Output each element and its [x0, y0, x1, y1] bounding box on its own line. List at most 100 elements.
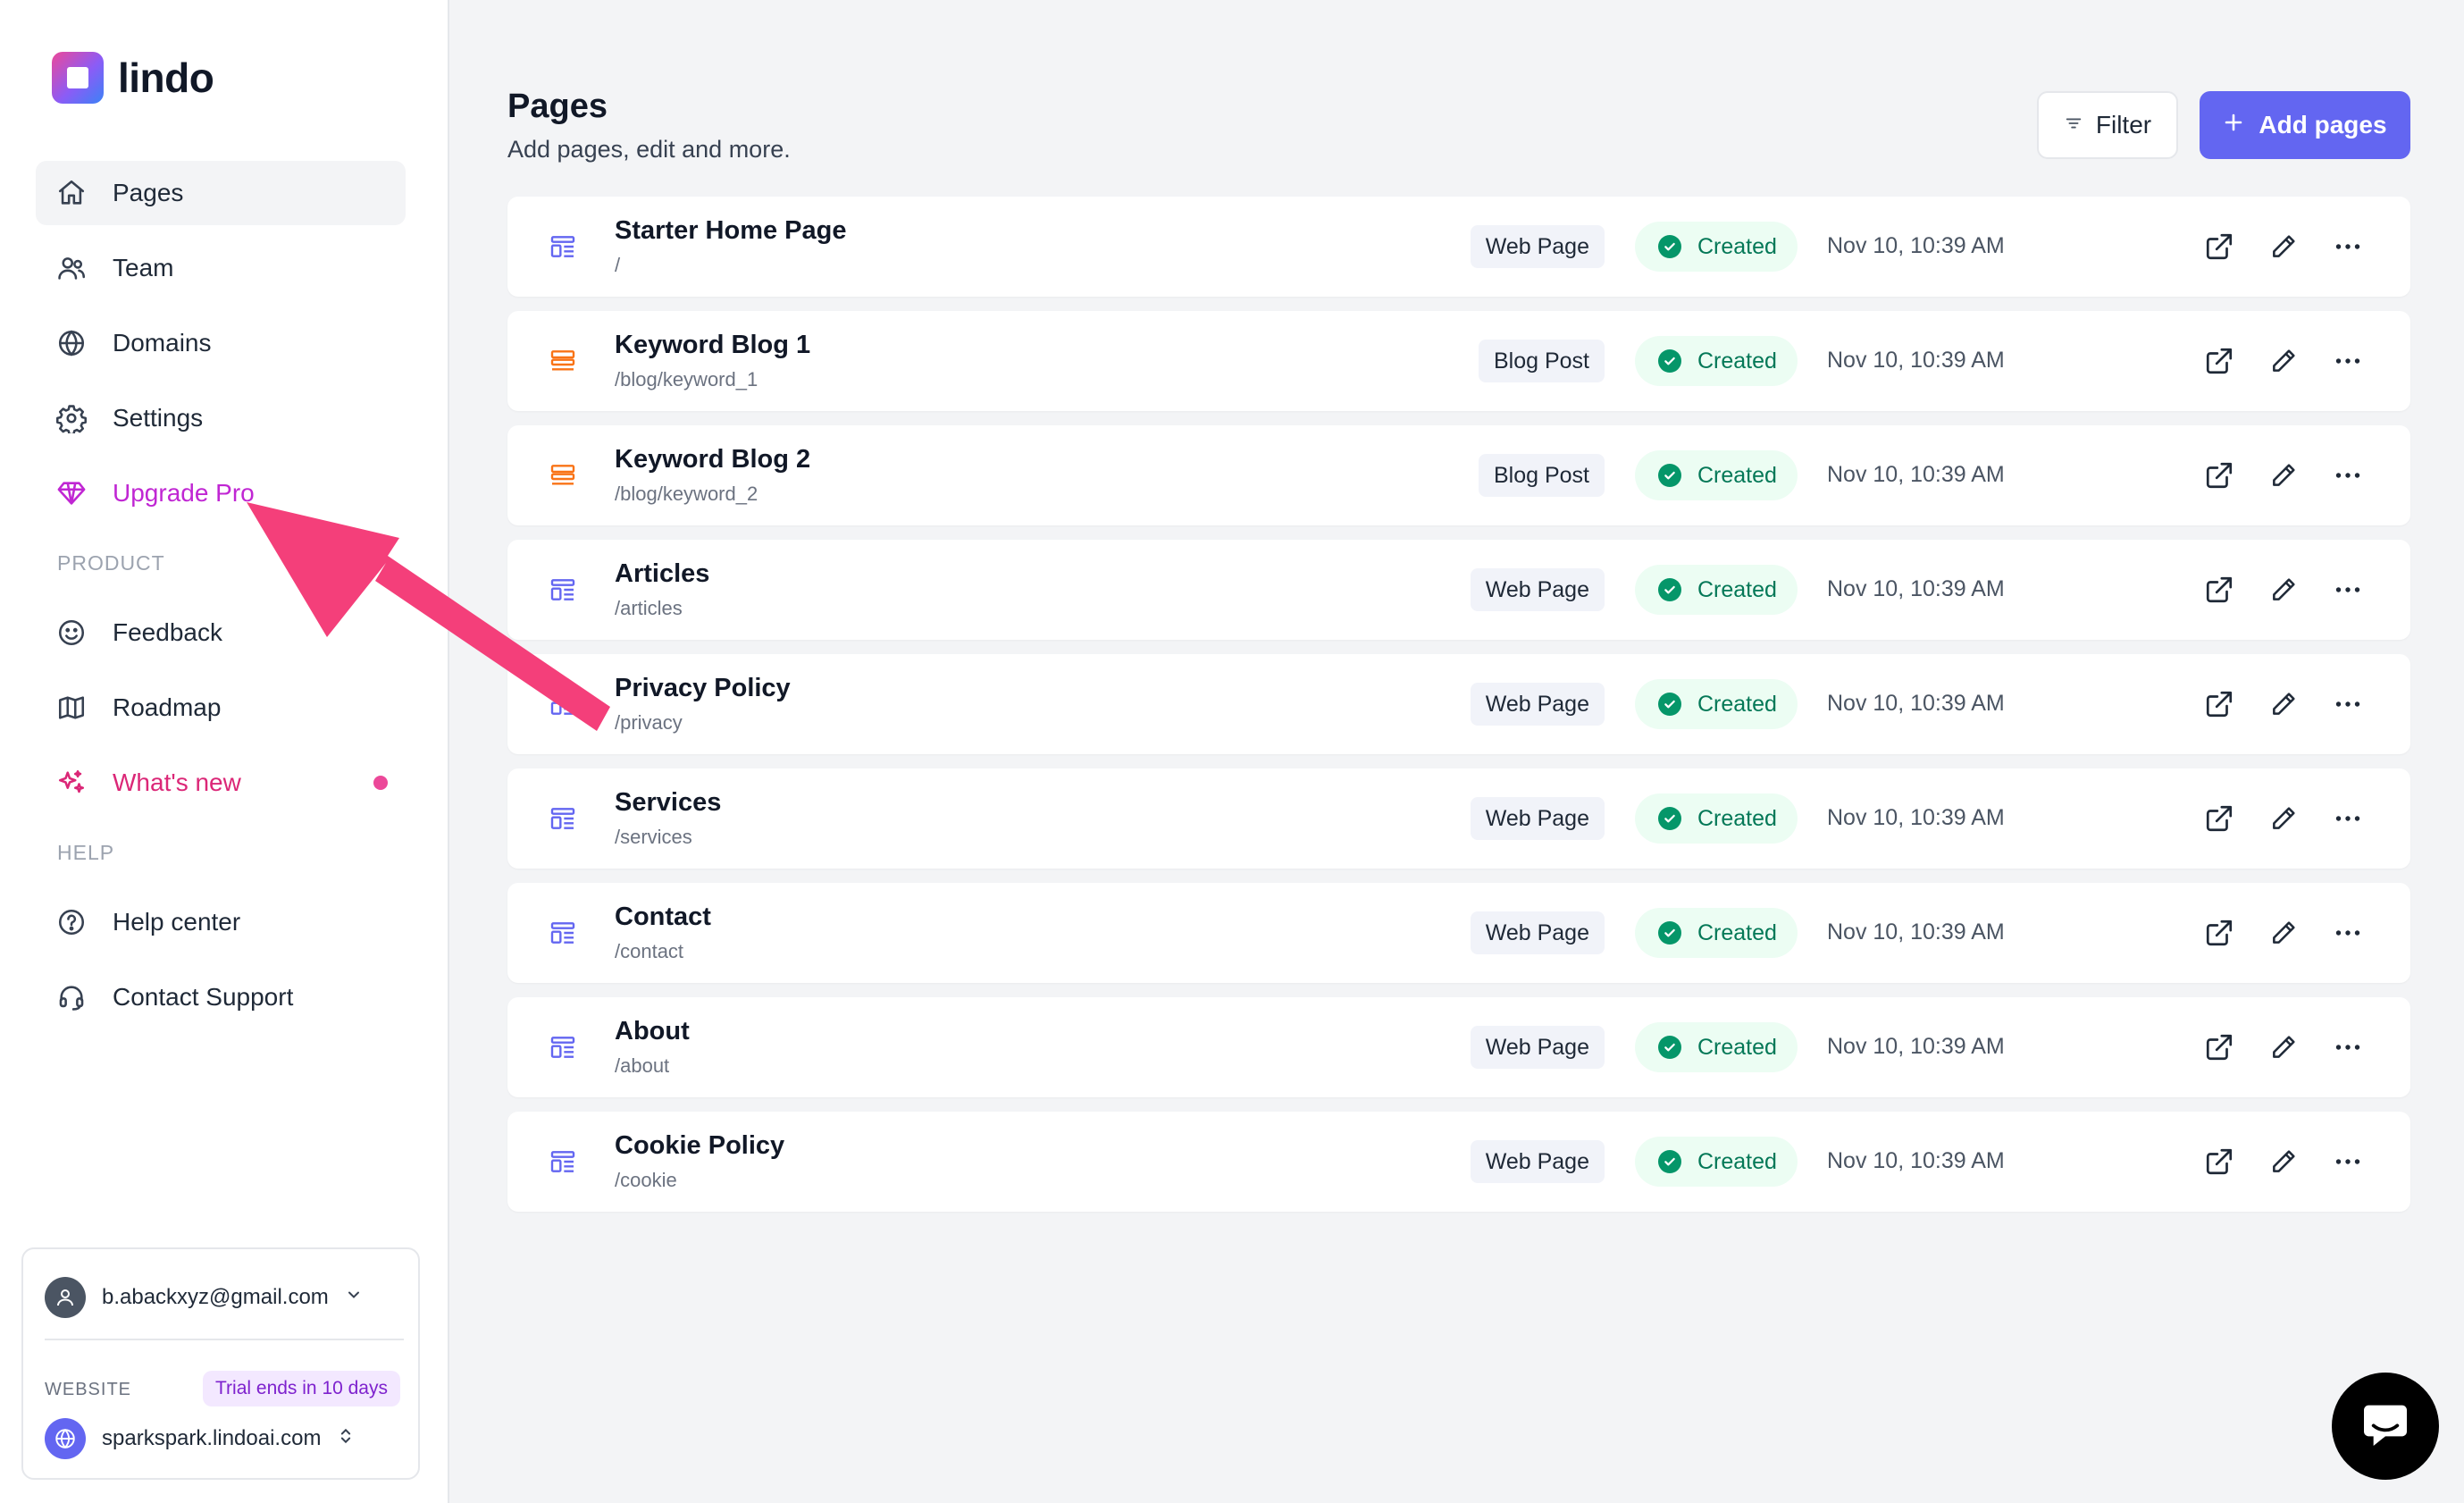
- section-help: HELP: [57, 840, 115, 864]
- notification-dot: [373, 776, 388, 790]
- page-row-title[interactable]: Articles: [615, 559, 709, 589]
- account-switcher[interactable]: b.abackxyz@gmail.com: [45, 1271, 397, 1324]
- table-row[interactable]: Starter Home Page / Web Page Created Nov…: [507, 197, 2410, 297]
- external-link-icon[interactable]: [2201, 915, 2237, 951]
- check-circle-icon: [1658, 693, 1681, 716]
- external-link-icon[interactable]: [2201, 572, 2237, 608]
- status-badge: Created: [1635, 1022, 1798, 1072]
- external-link-icon[interactable]: [2201, 801, 2237, 836]
- external-link-icon[interactable]: [2201, 1144, 2237, 1180]
- status-badge: Created: [1635, 336, 1798, 386]
- edit-pencil-icon[interactable]: [2266, 572, 2301, 608]
- page-row-title[interactable]: Contact: [615, 903, 711, 932]
- status-badge: Created: [1635, 222, 1798, 272]
- filter-button[interactable]: Filter: [2037, 91, 2178, 159]
- page-row-path: /cookie: [615, 1169, 677, 1191]
- website-switcher[interactable]: sparkspark.lindoai.com: [45, 1414, 397, 1464]
- page-row-title[interactable]: About: [615, 1017, 690, 1046]
- page-row-date: Nov 10, 10:39 AM: [1827, 233, 2005, 258]
- status-badge: Created: [1635, 679, 1798, 729]
- webpage-icon: [549, 575, 577, 604]
- external-link-icon[interactable]: [2201, 229, 2237, 264]
- sidebar-item-upgrade-pro[interactable]: Upgrade Pro: [36, 461, 406, 525]
- check-circle-icon: [1658, 578, 1681, 601]
- page-row-title[interactable]: Cookie Policy: [615, 1131, 784, 1161]
- sidebar-item-label: Help center: [113, 908, 241, 936]
- webpage-icon: [549, 232, 577, 261]
- sidebar-item-whats-new[interactable]: What's new: [36, 751, 406, 815]
- sidebar-item-help-center[interactable]: Help center: [36, 890, 406, 954]
- chevron-down-icon: [345, 1285, 363, 1310]
- page-row-title[interactable]: Keyword Blog 1: [615, 331, 810, 360]
- more-options-icon[interactable]: [2330, 458, 2366, 493]
- more-options-icon[interactable]: [2330, 1029, 2366, 1065]
- page-row-path: /privacy: [615, 711, 683, 734]
- section-product: PRODUCT: [57, 550, 165, 575]
- sidebar-item-domains[interactable]: Domains: [36, 311, 406, 375]
- table-row[interactable]: About /about Web Page Created Nov 10, 10…: [507, 997, 2410, 1097]
- globe-icon: [55, 327, 88, 359]
- table-row[interactable]: Services /services Web Page Created Nov …: [507, 768, 2410, 869]
- filter-icon: [2064, 111, 2083, 139]
- more-options-icon[interactable]: [2330, 915, 2366, 951]
- edit-pencil-icon[interactable]: [2266, 458, 2301, 493]
- more-options-icon[interactable]: [2330, 343, 2366, 379]
- external-link-icon[interactable]: [2201, 686, 2237, 722]
- page-row-title[interactable]: Starter Home Page: [615, 216, 847, 246]
- trial-badge: Trial ends in 10 days: [203, 1371, 400, 1406]
- status-badge: Created: [1635, 1137, 1798, 1187]
- add-pages-button[interactable]: Add pages: [2200, 91, 2410, 159]
- more-options-icon[interactable]: [2330, 572, 2366, 608]
- external-link-icon[interactable]: [2201, 1029, 2237, 1065]
- page-type-badge: Web Page: [1470, 1026, 1605, 1069]
- table-row[interactable]: Contact /contact Web Page Created Nov 10…: [507, 883, 2410, 983]
- more-options-icon[interactable]: [2330, 229, 2366, 264]
- table-row[interactable]: Keyword Blog 2 /blog/keyword_2 Blog Post…: [507, 425, 2410, 525]
- sidebar-item-roadmap[interactable]: Roadmap: [36, 676, 406, 740]
- more-options-icon[interactable]: [2330, 1144, 2366, 1180]
- more-options-icon[interactable]: [2330, 686, 2366, 722]
- edit-pencil-icon[interactable]: [2266, 801, 2301, 836]
- table-row[interactable]: Articles /articles Web Page Created Nov …: [507, 540, 2410, 640]
- external-link-icon[interactable]: [2201, 343, 2237, 379]
- avatar: [45, 1277, 86, 1318]
- page-row-title[interactable]: Privacy Policy: [615, 674, 791, 703]
- status-badge: Created: [1635, 793, 1798, 844]
- status-label: Created: [1697, 576, 1777, 602]
- chat-widget-button[interactable]: [2332, 1373, 2439, 1480]
- table-row[interactable]: Keyword Blog 1 /blog/keyword_1 Blog Post…: [507, 311, 2410, 411]
- sidebar-item-settings[interactable]: Settings: [36, 386, 406, 450]
- edit-pencil-icon[interactable]: [2266, 686, 2301, 722]
- page-row-date: Nov 10, 10:39 AM: [1827, 348, 2005, 373]
- status-label: Created: [1697, 1148, 1777, 1174]
- sidebar-item-contact-support[interactable]: Contact Support: [36, 965, 406, 1029]
- table-row[interactable]: Privacy Policy /privacy Web Page Created…: [507, 654, 2410, 754]
- edit-pencil-icon[interactable]: [2266, 1144, 2301, 1180]
- sidebar-item-team[interactable]: Team: [36, 236, 406, 300]
- check-circle-icon: [1658, 349, 1681, 373]
- sidebar-item-pages[interactable]: Pages: [36, 161, 406, 225]
- edit-pencil-icon[interactable]: [2266, 915, 2301, 951]
- page-row-path: /blog/keyword_2: [615, 483, 758, 505]
- sidebar-item-feedback[interactable]: Feedback: [36, 600, 406, 665]
- status-label: Created: [1697, 348, 1777, 374]
- webpage-icon: [549, 804, 577, 833]
- add-pages-label: Add pages: [2259, 111, 2387, 139]
- more-options-icon[interactable]: [2330, 801, 2366, 836]
- check-circle-icon: [1658, 807, 1681, 830]
- status-label: Created: [1697, 233, 1777, 259]
- external-link-icon[interactable]: [2201, 458, 2237, 493]
- status-label: Created: [1697, 805, 1777, 831]
- table-row[interactable]: Cookie Policy /cookie Web Page Created N…: [507, 1112, 2410, 1212]
- page-row-path: /articles: [615, 597, 683, 619]
- page-row-date: Nov 10, 10:39 AM: [1827, 462, 2005, 487]
- page-type-badge: Blog Post: [1478, 340, 1605, 382]
- logo[interactable]: lindo: [52, 52, 214, 104]
- pages-list: Starter Home Page / Web Page Created Nov…: [507, 197, 2410, 1226]
- page-row-date: Nov 10, 10:39 AM: [1827, 576, 2005, 601]
- edit-pencil-icon[interactable]: [2266, 1029, 2301, 1065]
- edit-pencil-icon[interactable]: [2266, 229, 2301, 264]
- edit-pencil-icon[interactable]: [2266, 343, 2301, 379]
- page-row-title[interactable]: Services: [615, 788, 721, 818]
- page-row-title[interactable]: Keyword Blog 2: [615, 445, 810, 474]
